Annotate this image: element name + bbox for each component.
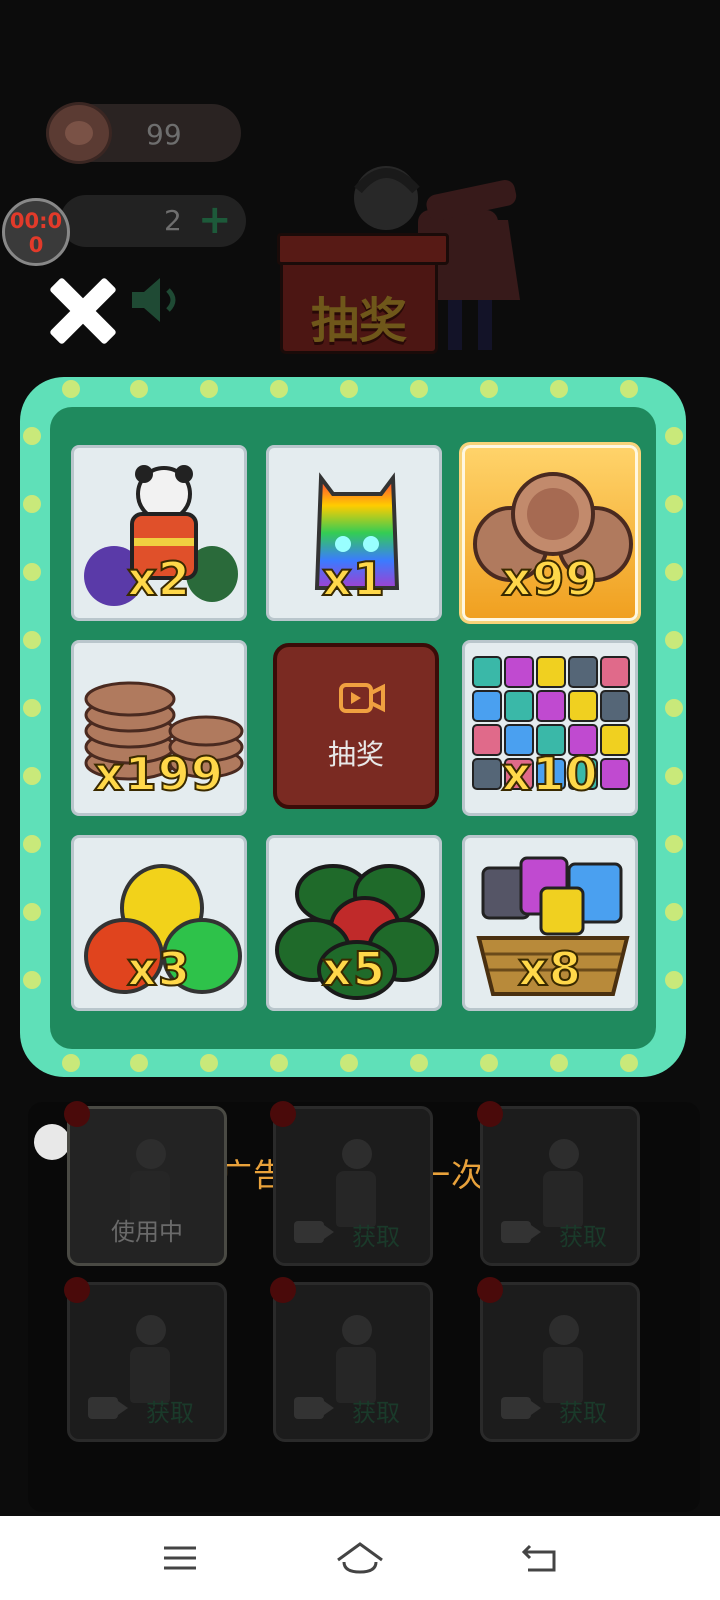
panel-light-dot: [23, 767, 41, 785]
draw-button[interactable]: 抽奖: [273, 643, 439, 809]
panel-light-dot: [200, 1054, 218, 1072]
panel-light-dot: [340, 380, 358, 398]
panel-light-dot: [620, 380, 638, 398]
get-label: 获取: [352, 1223, 400, 1251]
panel-light-dot: [665, 767, 683, 785]
prize-qty: x10: [501, 746, 599, 802]
panel-light-dot: [23, 835, 41, 853]
panel-light-dot: [130, 380, 148, 398]
prize-cell: x3: [71, 835, 247, 1011]
panel-light-dot: [62, 380, 80, 398]
add-lives-icon[interactable]: +: [198, 197, 232, 243]
lives-count: 2: [164, 204, 182, 237]
character-card-active[interactable]: 使用中: [64, 1101, 227, 1266]
panel-light-dot: [620, 1054, 638, 1072]
prize-qty: x99: [501, 551, 599, 607]
panel-light-dot: [665, 563, 683, 581]
get-button[interactable]: 获取: [88, 1393, 218, 1427]
panel-light-dot: [550, 380, 568, 398]
get-label: 获取: [559, 1223, 607, 1251]
panel-light-dot: [665, 699, 683, 717]
panel-light-dot: [23, 903, 41, 921]
prize-qty: x2: [126, 551, 191, 607]
character-card[interactable]: 获取: [64, 1277, 227, 1442]
panel-light-dot: [410, 1054, 428, 1072]
card-badge: [270, 1101, 296, 1127]
get-button[interactable]: 获取: [294, 1217, 424, 1251]
video-icon: [501, 1397, 541, 1419]
panel-light-dot: [23, 631, 41, 649]
get-button[interactable]: 获取: [501, 1217, 631, 1251]
prize-qty: x5: [321, 941, 386, 997]
panel-light-dot: [665, 631, 683, 649]
panel-light-dot: [23, 563, 41, 581]
panel-light-dot: [665, 427, 683, 445]
prize-cell: x10: [462, 640, 638, 816]
get-button[interactable]: 获取: [501, 1393, 631, 1427]
video-icon: [294, 1397, 334, 1419]
panel-light-dot: [23, 699, 41, 717]
back-icon[interactable]: [520, 1538, 560, 1578]
coin-count: 99: [146, 118, 182, 151]
lives-counter: 2 +: [60, 195, 246, 247]
panel-light-dot: [23, 427, 41, 445]
prize-cell: x199: [71, 640, 247, 816]
coin-icon: [46, 102, 112, 164]
prize-qty: x199: [93, 746, 224, 802]
character-card[interactable]: 获取: [477, 1277, 640, 1442]
panel-light-dot: [410, 380, 428, 398]
character-card[interactable]: 获取: [477, 1101, 640, 1266]
card-badge: [477, 1101, 503, 1127]
card-badge: [270, 1277, 296, 1303]
character-card[interactable]: 获取: [270, 1101, 433, 1266]
prize-cell: x1: [266, 445, 442, 621]
panel-light-dot: [23, 971, 41, 989]
card-badge: [64, 1101, 90, 1127]
menu-icon[interactable]: [160, 1538, 200, 1578]
prize-cell: x8: [462, 835, 638, 1011]
system-nav-bar: [0, 1516, 720, 1600]
prize-cell: x5: [266, 835, 442, 1011]
panel-light-dot: [665, 971, 683, 989]
get-label: 获取: [146, 1399, 194, 1427]
video-icon: [294, 1221, 334, 1243]
hint-toggle[interactable]: [34, 1124, 70, 1160]
get-label: 获取: [559, 1399, 607, 1427]
card-badge: [64, 1277, 90, 1303]
panel-light-dot: [480, 1054, 498, 1072]
panel-light-dot: [62, 1054, 80, 1072]
get-button[interactable]: 获取: [294, 1393, 424, 1427]
panel-light-dot: [270, 1054, 288, 1072]
panel-light-dot: [200, 380, 218, 398]
panel-light-dot: [665, 495, 683, 513]
coin-counter: 99: [46, 102, 241, 164]
prize-cell: x2: [71, 445, 247, 621]
draw-label: 抽奖: [327, 738, 384, 771]
panel-light-dot: [550, 1054, 568, 1072]
panel-light-dot: [23, 495, 41, 513]
game-screen: 抽奖 99 2 + 00:00 x2: [0, 0, 720, 1600]
video-icon: [88, 1397, 128, 1419]
get-label: 获取: [352, 1399, 400, 1427]
video-icon: [501, 1221, 541, 1243]
panel-light-dot: [665, 903, 683, 921]
panel-light-dot: [665, 835, 683, 853]
character-card[interactable]: 获取: [270, 1277, 433, 1442]
prize-cell-selected: x99: [462, 445, 638, 621]
panel-light-dot: [130, 1054, 148, 1072]
panel-light-dot: [270, 380, 288, 398]
timer-badge: 00:00: [2, 198, 70, 266]
panel-light-dot: [480, 380, 498, 398]
home-icon[interactable]: [334, 1538, 386, 1578]
card-badge: [477, 1277, 503, 1303]
timer-text: 00:00: [9, 209, 63, 257]
prize-qty: x8: [517, 941, 582, 997]
video-icon: [339, 683, 385, 713]
prize-qty: x1: [321, 551, 386, 607]
card-status: 使用中: [111, 1218, 183, 1246]
panel-light-dot: [340, 1054, 358, 1072]
prize-qty: x3: [126, 941, 191, 997]
speaker-icon[interactable]: [126, 272, 186, 328]
close-icon[interactable]: [42, 272, 122, 348]
